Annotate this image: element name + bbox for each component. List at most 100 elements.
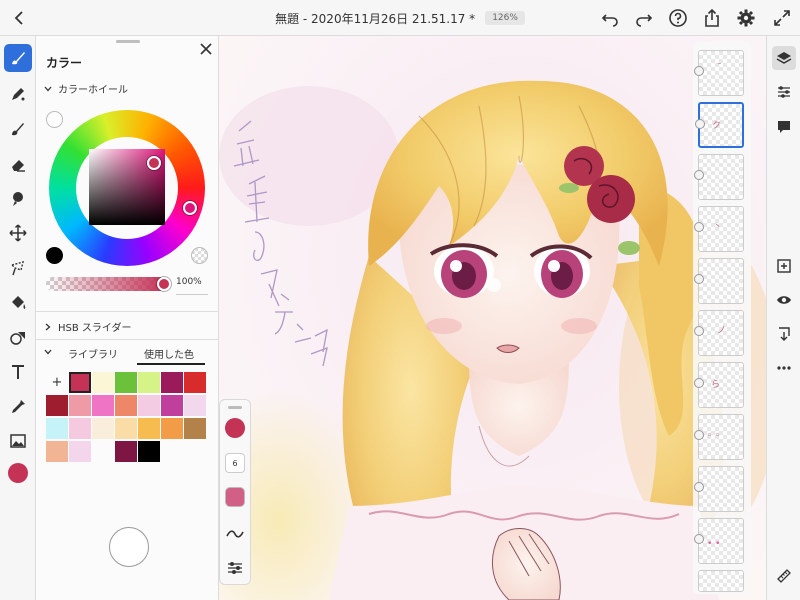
color-swatch[interactable]: [92, 441, 114, 462]
color-swatch[interactable]: [92, 418, 114, 439]
redo-icon[interactable]: [634, 8, 654, 28]
color-swatch[interactable]: [92, 372, 114, 393]
white-swatch[interactable]: [46, 111, 63, 128]
color-swatch[interactable]: [161, 372, 183, 393]
comments-button[interactable]: [772, 115, 796, 139]
smudge-tool[interactable]: [4, 185, 32, 213]
color-swatch[interactable]: [115, 395, 137, 416]
color-swatch[interactable]: [184, 418, 206, 439]
layers-button[interactable]: [772, 46, 796, 70]
brush-opacity-button[interactable]: [225, 487, 245, 507]
color-wheel-section-header[interactable]: カラーホイール: [44, 81, 128, 96]
opacity-slider-handle[interactable]: [157, 277, 171, 291]
brush-color-button[interactable]: [225, 418, 245, 438]
layer-thumbnail[interactable]: • •: [694, 518, 744, 564]
image-tool[interactable]: [4, 427, 32, 455]
fill-tool[interactable]: [4, 289, 32, 317]
color-swatch[interactable]: [138, 395, 160, 416]
panel-grab-handle[interactable]: [116, 40, 140, 43]
paint-brush-tool[interactable]: [4, 44, 32, 72]
brush-size-button[interactable]: 6: [225, 453, 245, 473]
chevron-down-icon[interactable]: [44, 348, 52, 356]
drawing-canvas[interactable]: [219, 36, 766, 600]
add-layer-button[interactable]: [772, 254, 796, 278]
layer-visibility-dot[interactable]: [694, 66, 704, 76]
back-icon[interactable]: [8, 6, 30, 30]
settings-gear-icon[interactable]: [736, 8, 756, 28]
layer-visibility-dot[interactable]: [694, 482, 704, 492]
layer-properties-button[interactable]: [772, 80, 796, 104]
color-swatch[interactable]: [138, 441, 160, 462]
zoom-level[interactable]: 126%: [485, 11, 525, 25]
black-swatch[interactable]: [46, 247, 63, 264]
layer-visibility-dot[interactable]: [694, 326, 704, 336]
layer-thumbnail[interactable]: [698, 570, 744, 592]
eraser-tool[interactable]: [4, 150, 32, 178]
opacity-slider[interactable]: [46, 277, 166, 291]
layer-visibility-dot[interactable]: [694, 430, 704, 440]
hue-handle[interactable]: [183, 201, 197, 215]
color-swatch[interactable]: [69, 395, 91, 416]
color-swatch[interactable]: [46, 418, 68, 439]
color-swatch[interactable]: [138, 418, 160, 439]
layer-thumbnail[interactable]: ノ: [694, 310, 744, 356]
brush-smoothing-icon[interactable]: [225, 524, 245, 544]
layer-thumbnail[interactable]: ◦ ◦: [694, 414, 744, 460]
layer-thumbnail[interactable]: [694, 154, 744, 200]
hsb-section-header[interactable]: HSB スライダー: [44, 319, 132, 334]
transparent-swatch[interactable]: [191, 247, 208, 264]
ruler-button[interactable]: [772, 564, 796, 588]
eyedropper-tool[interactable]: [4, 393, 32, 421]
merge-layer-button[interactable]: [772, 322, 796, 346]
share-icon[interactable]: [702, 8, 722, 28]
layer-visibility-dot[interactable]: [694, 274, 704, 284]
color-swatch[interactable]: [69, 441, 91, 462]
color-swatch[interactable]: [184, 395, 206, 416]
add-layer-icon: [777, 259, 791, 273]
add-swatch-button[interactable]: +: [46, 372, 68, 393]
color-swatch[interactable]: [46, 441, 68, 462]
layer-thumbnail[interactable]: [694, 258, 744, 304]
layer-visibility-dot[interactable]: [694, 534, 704, 544]
shape-tool[interactable]: [4, 324, 32, 352]
brush-settings-sliders-icon[interactable]: [225, 558, 245, 578]
color-swatch[interactable]: [69, 418, 91, 439]
close-icon[interactable]: [198, 41, 214, 57]
text-tool[interactable]: [4, 358, 32, 386]
color-swatch[interactable]: [115, 418, 137, 439]
layer-thumbnail[interactable]: [694, 466, 744, 512]
live-brush-tool[interactable]: [4, 115, 32, 143]
lasso-tool[interactable]: [4, 254, 32, 282]
layer-thumbnail-selected[interactable]: ク: [695, 102, 744, 148]
color-swatch[interactable]: [138, 372, 160, 393]
layer-thumbnail[interactable]: ˜: [694, 50, 744, 96]
layer-visibility-dot[interactable]: [694, 170, 704, 180]
color-swatch[interactable]: [92, 395, 114, 416]
color-swatch[interactable]: [46, 395, 68, 416]
tab-library[interactable]: ライブラリ: [68, 346, 118, 361]
color-swatch[interactable]: [115, 441, 137, 462]
tab-used-colors[interactable]: 使用した色: [144, 346, 194, 361]
layer-visibility-dot[interactable]: [695, 119, 705, 129]
undo-icon[interactable]: [600, 8, 620, 28]
brush-bar-grab-handle[interactable]: [228, 406, 242, 409]
color-picker-round-button[interactable]: [109, 527, 149, 567]
color-swatch[interactable]: [161, 418, 183, 439]
document-title[interactable]: 無題 - 2020年11月26日 21.51.17 *: [275, 10, 475, 27]
color-swatch[interactable]: [184, 372, 206, 393]
fullscreen-icon[interactable]: [772, 8, 792, 28]
layer-visibility-dot[interactable]: [694, 222, 704, 232]
color-swatch[interactable]: [115, 372, 137, 393]
visibility-button[interactable]: [772, 288, 796, 312]
color-swatch[interactable]: [161, 395, 183, 416]
move-tool[interactable]: [4, 219, 32, 247]
help-icon[interactable]: [668, 8, 688, 28]
saturation-handle[interactable]: [147, 156, 161, 170]
pixel-brush-tool[interactable]: [4, 80, 32, 108]
current-color-button[interactable]: [4, 459, 32, 487]
layer-thumbnail[interactable]: ら: [694, 362, 744, 408]
layer-visibility-dot[interactable]: [694, 378, 704, 388]
layer-thumbnail[interactable]: 丶: [694, 206, 744, 252]
more-options-button[interactable]: [772, 356, 796, 380]
color-swatch-selected[interactable]: [69, 372, 91, 393]
